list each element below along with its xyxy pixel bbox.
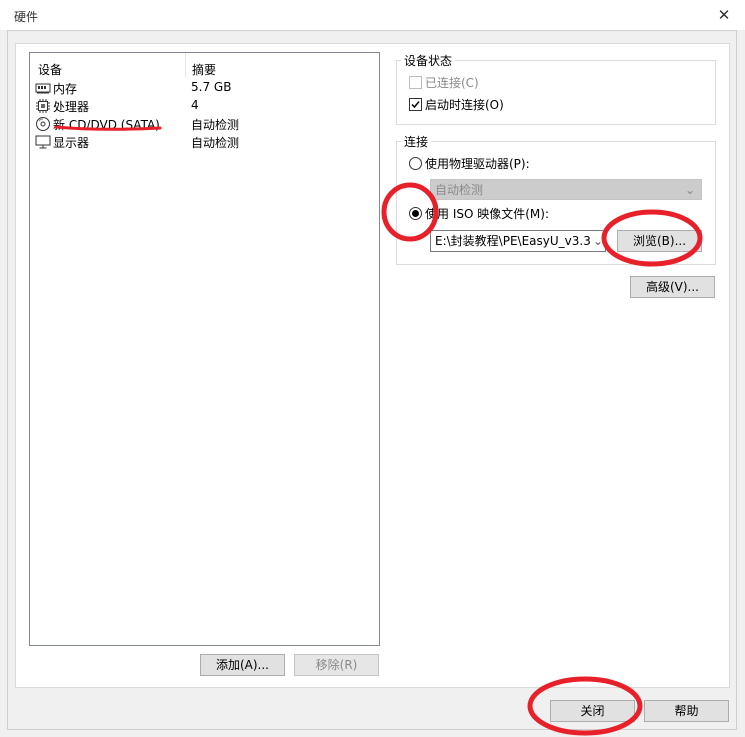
memory-icon (35, 80, 51, 96)
device-list[interactable]: 设备 摘要 内存 5.7 GB 处理器 4 新 CD/DVD (SATA) 自动… (29, 52, 380, 646)
window-title: 硬件 (14, 10, 39, 24)
list-item-memory[interactable]: 内存 5.7 GB (30, 79, 379, 97)
checkmark-icon (411, 101, 420, 109)
chevron-down-icon: ⌄ (684, 183, 695, 197)
device-name: 新 CD/DVD (SATA) (53, 118, 160, 132)
physical-drive-value: 自动检测 (435, 183, 484, 197)
title-bar (0, 0, 745, 30)
cd-dvd-icon (35, 116, 51, 132)
list-item-monitor[interactable]: 显示器 自动检测 (30, 133, 379, 151)
iso-file-radio[interactable] (409, 207, 422, 220)
processor-icon (35, 98, 51, 114)
advanced-button[interactable]: 高级(V)... (630, 276, 715, 298)
connection-title: 连接 (401, 133, 432, 150)
device-summary: 5.7 GB (191, 80, 232, 94)
device-name: 处理器 (53, 100, 90, 114)
browse-button[interactable]: 浏览(B)... (617, 230, 702, 252)
physical-drive-radio[interactable] (409, 157, 422, 170)
physical-drive-select[interactable]: 自动检测 ⌄ (430, 179, 702, 200)
device-summary: 自动检测 (191, 118, 240, 132)
connected-checkbox[interactable] (409, 76, 422, 89)
iso-path-value: E:\封装教程\PE\EasyU_v3.3. (435, 234, 595, 248)
connect-on-power-checkbox[interactable] (409, 98, 422, 111)
list-item-cd-dvd[interactable]: 新 CD/DVD (SATA) 自动检测 (30, 115, 379, 133)
device-status-title: 设备状态 (401, 52, 456, 69)
add-button[interactable]: 添加(A)... (200, 654, 285, 676)
list-item-processor[interactable]: 处理器 4 (30, 97, 379, 115)
physical-drive-label: 使用物理驱动器(P): (425, 157, 530, 171)
monitor-icon (35, 134, 51, 150)
iso-path-combo[interactable]: E:\封装教程\PE\EasyU_v3.3. ⌄ (430, 230, 606, 252)
remove-button[interactable]: 移除(R) (294, 654, 379, 676)
close-icon[interactable]: ✕ (712, 4, 736, 26)
close-button[interactable]: 关闭 (550, 700, 635, 722)
iso-file-label: 使用 ISO 映像文件(M): (425, 207, 549, 221)
device-summary: 4 (191, 98, 199, 112)
device-summary: 自动检测 (191, 136, 240, 150)
column-divider (185, 53, 186, 77)
column-header-summary: 摘要 (192, 63, 217, 77)
device-name: 显示器 (53, 136, 90, 150)
device-name: 内存 (53, 82, 78, 96)
connected-label: 已连接(C) (425, 76, 479, 90)
help-button[interactable]: 帮助 (644, 700, 729, 722)
column-header-device: 设备 (38, 63, 63, 77)
device-status-group (396, 60, 716, 125)
connect-on-power-label: 启动时连接(O) (425, 98, 504, 112)
chevron-down-icon: ⌄ (590, 231, 603, 251)
